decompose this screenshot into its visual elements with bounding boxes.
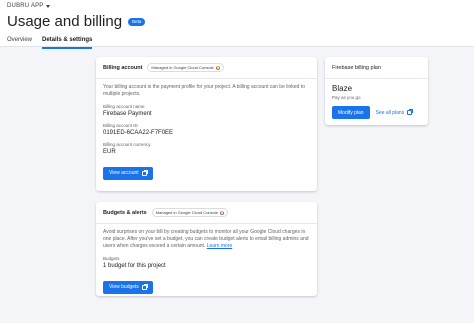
budgets-body: Avoid surprises on your bill by creating…	[96, 224, 317, 299]
project-name: DUBRU APP	[7, 3, 44, 9]
budgets-actions: View budgets	[103, 275, 310, 294]
learn-more-link[interactable]: Learn more	[207, 243, 233, 249]
billing-plan-card: Firebase billing plan Blaze Pay as you g…	[325, 57, 428, 125]
card-title: Firebase billing plan	[332, 64, 381, 71]
billing-name-value: Firebase Payment	[103, 111, 152, 117]
caret-down-icon	[46, 4, 51, 8]
tab-details-settings[interactable]: Details & settings	[42, 37, 93, 49]
modify-plan-button[interactable]: Modify plan	[332, 106, 370, 119]
view-account-button[interactable]: View account	[103, 166, 153, 180]
project-selector[interactable]: DUBRU APP	[7, 3, 51, 9]
budgets-description: Avoid surprises on your bill by creating…	[103, 229, 310, 250]
billing-actions: View account	[103, 161, 310, 180]
card-title: Billing account	[103, 64, 143, 71]
tab-overview[interactable]: Overview	[7, 37, 32, 49]
managed-label: Managed in Google Cloud Console	[151, 65, 214, 70]
plan-actions: Modify plan See all plans	[332, 106, 421, 119]
billing-description: Your billing account is the payment prof…	[103, 84, 305, 97]
tab-bar: Overview Details & settings	[7, 37, 93, 49]
google-cloud-icon	[219, 210, 224, 215]
card-title: Budgets & alerts	[103, 209, 147, 216]
open-in-new-icon	[141, 169, 148, 176]
billing-id-label: Billing account ID	[103, 123, 138, 128]
budgets-header: Budgets & alerts Managed in Google Cloud…	[96, 202, 317, 224]
plan-name: Blaze	[332, 84, 353, 93]
see-all-plans-button[interactable]: See all plans	[370, 106, 419, 119]
billing-account-card: Billing account Managed in Google Cloud …	[96, 57, 317, 191]
billing-account-header: Billing account Managed in Google Cloud …	[96, 57, 317, 79]
title-row: Usage and billing Beta	[7, 13, 146, 30]
managed-label: Managed in Google Cloud Console	[155, 210, 218, 215]
budgets-label: Budgets	[103, 256, 120, 261]
managed-chip: Managed in Google Cloud Console	[151, 208, 228, 217]
billing-plan-body: Blaze Pay as you go Modify plan See all …	[325, 79, 428, 124]
view-budgets-button[interactable]: View budgets	[103, 280, 153, 294]
budgets-card: Budgets & alerts Managed in Google Cloud…	[96, 202, 317, 296]
beta-badge: Beta	[128, 17, 146, 26]
billing-account-body: Your billing account is the payment prof…	[96, 79, 317, 185]
view-budgets-label: View budgets	[109, 284, 139, 290]
open-in-new-icon	[141, 283, 148, 290]
plan-subtitle: Pay as you go	[332, 95, 361, 100]
billing-name-label: Billing account name	[103, 104, 145, 109]
budgets-value: 1 budget for this project	[103, 263, 166, 269]
billing-plan-header: Firebase billing plan	[325, 57, 428, 79]
google-cloud-icon	[215, 65, 220, 70]
view-account-label: View account	[109, 170, 139, 176]
billing-id-value: 0191ED-6CAA22-F7F0EE	[103, 130, 174, 136]
open-in-new-icon	[407, 109, 414, 115]
billing-currency-value: EUR	[103, 149, 116, 155]
see-all-plans-label: See all plans	[375, 109, 405, 116]
managed-chip: Managed in Google Cloud Console	[147, 63, 224, 72]
page-header: DUBRU APP Usage and billing Beta Overvie…	[0, 0, 474, 49]
page-title: Usage and billing	[7, 13, 123, 30]
billing-currency-label: Billing account currency	[103, 142, 151, 147]
